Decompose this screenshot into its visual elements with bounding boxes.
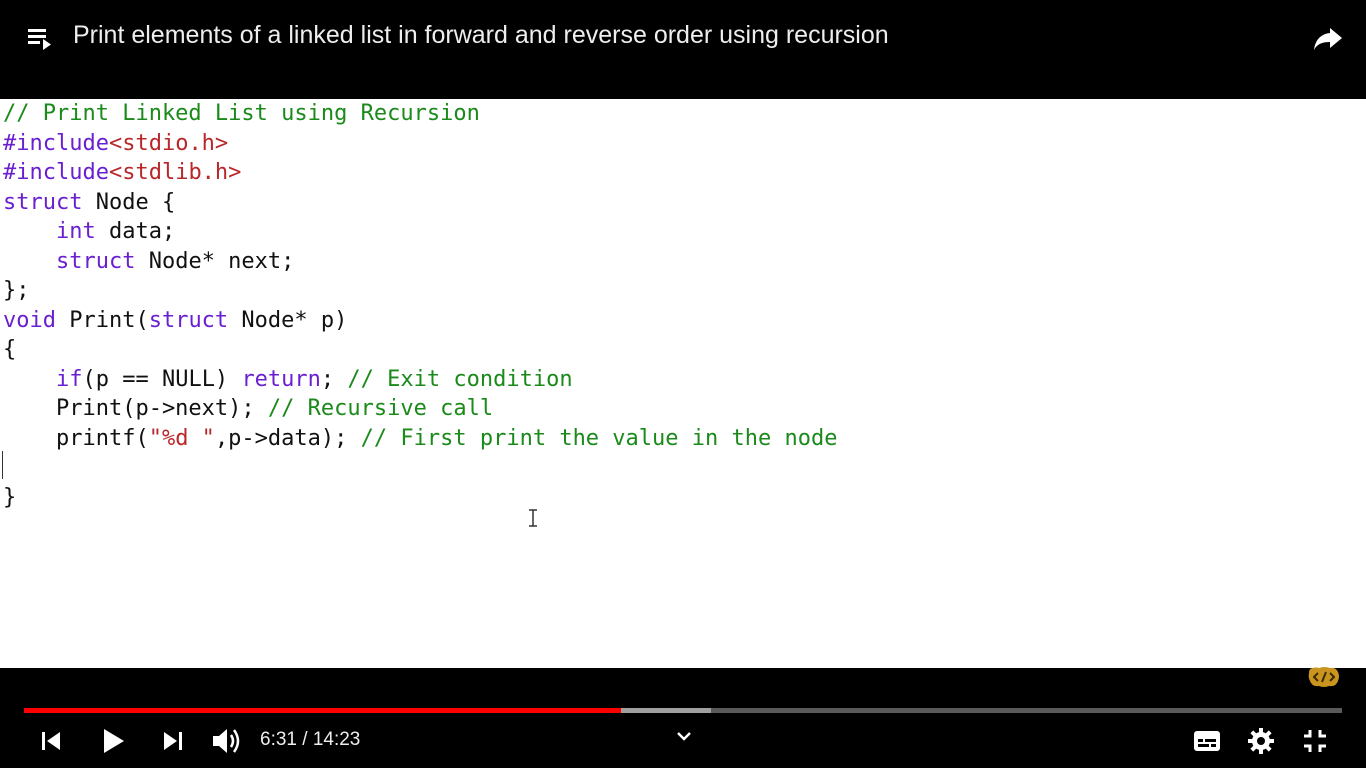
code-line: if(p == NULL) return; // Exit condition	[3, 365, 837, 395]
code-token: Node* p)	[228, 307, 348, 333]
code-token: Print(	[55, 307, 149, 333]
previous-button[interactable]	[38, 728, 64, 754]
code-line: struct Node {	[3, 188, 837, 218]
video-player: Print elements of a linked list in forwa…	[0, 0, 1366, 768]
code-token: ;	[320, 366, 348, 392]
ibeam-cursor-icon	[528, 509, 538, 527]
video-frame[interactable]: // Print Linked List using Recursion #inc…	[0, 99, 1366, 668]
code-line: Print(p->next); // Recursive call	[3, 394, 837, 424]
code-line: printf("%d ",p->data); // First print th…	[3, 424, 838, 454]
subtitles-button[interactable]	[1192, 727, 1222, 755]
code-token: Print(p->next);	[3, 396, 268, 421]
code-token: ,p->data);	[214, 425, 361, 451]
code-line: #include<stdlib.h>	[3, 158, 837, 188]
code-token: struct	[3, 189, 83, 215]
code-line: int data;	[3, 217, 837, 247]
top-bar: Print elements of a linked list in forwa…	[0, 0, 1366, 99]
code-token: (p == NULL)	[82, 366, 242, 392]
progress-played	[24, 708, 622, 713]
code-token: int	[55, 219, 96, 244]
code-token: Node {	[82, 189, 176, 215]
code-token: if	[55, 366, 83, 392]
code-token: // First print the value in the node	[360, 425, 838, 451]
code-line: {	[3, 335, 837, 365]
gear-icon	[1248, 728, 1274, 754]
code-token: // Exit condition	[347, 366, 573, 392]
exit-fullscreen-icon	[1304, 730, 1326, 752]
chevron-down-button[interactable]	[675, 729, 693, 743]
mute-button[interactable]	[210, 725, 244, 757]
progress-bar[interactable]	[24, 708, 1342, 713]
code-token: <stdio.h>	[108, 130, 229, 156]
next-icon	[164, 732, 182, 750]
next-button[interactable]	[160, 728, 186, 754]
subtitles-icon	[1194, 731, 1220, 751]
code-token: return	[241, 366, 321, 392]
exit-fullscreen-button[interactable]	[1300, 726, 1330, 756]
video-title[interactable]: Print elements of a linked list in forwa…	[73, 19, 889, 51]
code-token: void	[3, 307, 56, 333]
code-token: // Recursive call	[267, 396, 494, 421]
code-token: data;	[95, 219, 176, 244]
chevron-down-icon	[677, 732, 691, 741]
code-block: // Print Linked List using Recursion #inc…	[3, 99, 837, 512]
code-line: void Print(struct Node* p)	[3, 306, 837, 336]
code-line: struct Node* next;	[3, 247, 837, 277]
playlist-icon[interactable]	[24, 22, 56, 54]
volume-icon	[213, 729, 240, 753]
text-cursor	[2, 451, 3, 479]
code-token: struct	[148, 307, 229, 333]
code-line: // Print Linked List using Recursion	[3, 99, 837, 129]
code-token: #include	[3, 130, 109, 156]
code-token: };	[3, 278, 30, 303]
code-token: printf(	[3, 425, 149, 451]
code-line: }	[3, 483, 837, 513]
code-line: #include<stdio.h>	[3, 129, 837, 159]
settings-button[interactable]	[1246, 726, 1276, 756]
code-token: }	[3, 484, 17, 510]
code-token: #include	[3, 160, 109, 185]
code-line: };	[3, 276, 837, 306]
code-token: struct	[55, 248, 136, 274]
time-display: 6:31 / 14:23	[260, 729, 361, 750]
play-icon	[104, 729, 124, 753]
mycodeschool-logo	[1307, 665, 1341, 689]
share-icon[interactable]	[1310, 20, 1346, 56]
code-token: // Print Linked List using Recursion	[3, 101, 480, 126]
previous-icon	[42, 732, 60, 750]
code-token: <stdlib.h>	[108, 160, 242, 185]
code-token: {	[3, 337, 17, 362]
play-button[interactable]	[98, 726, 128, 756]
code-token: "%d "	[148, 425, 215, 451]
code-token: Node* next;	[135, 248, 295, 274]
